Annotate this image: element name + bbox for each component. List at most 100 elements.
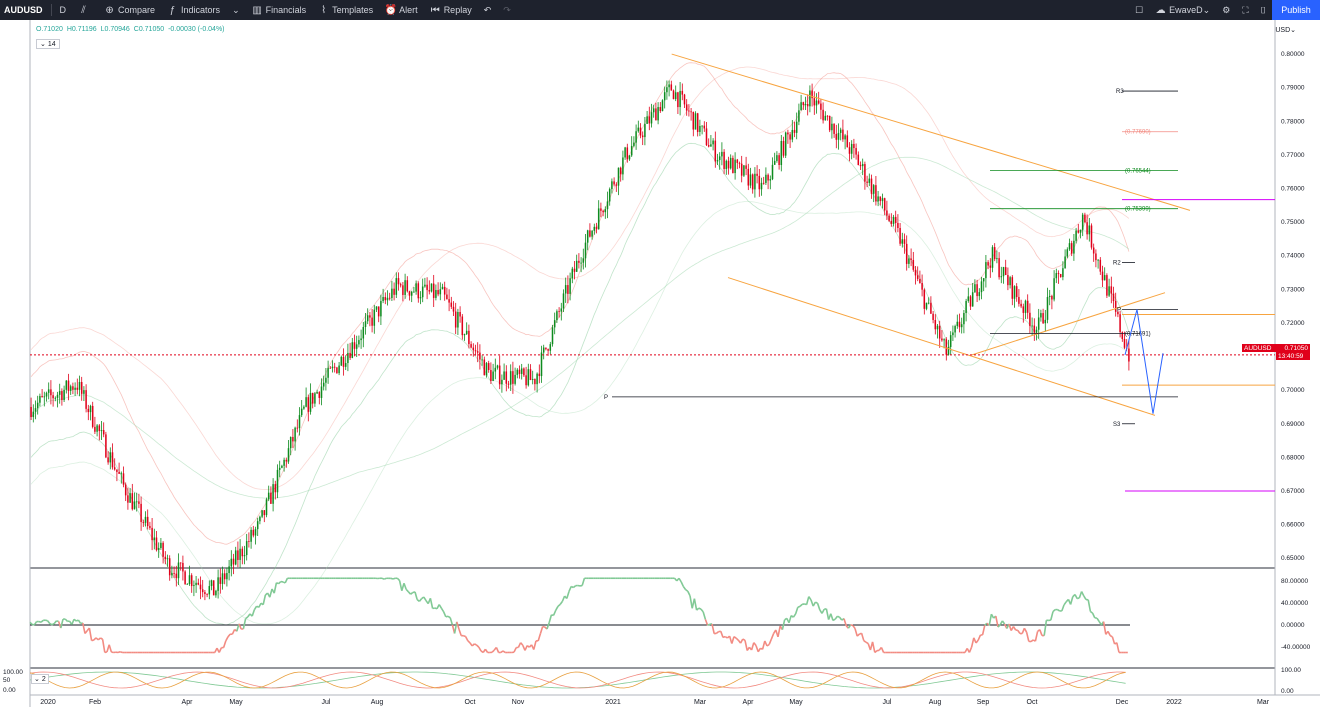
candle-body xyxy=(754,173,756,190)
oscillator-line xyxy=(71,618,75,625)
candle-body xyxy=(39,396,41,403)
candle-body xyxy=(769,179,772,181)
oscillator-line xyxy=(447,615,451,619)
candle-body xyxy=(166,558,169,560)
candle-body xyxy=(846,135,849,148)
oscillator-line xyxy=(500,650,504,654)
candle-body xyxy=(435,290,437,298)
bollinger-bands xyxy=(30,62,1130,626)
candle-body xyxy=(34,408,37,412)
candle-body xyxy=(248,541,250,542)
oscillator-line xyxy=(988,614,993,626)
oscillator-line xyxy=(794,606,799,615)
candle-body xyxy=(100,430,103,432)
osc2-left-axis-label: 50 xyxy=(3,677,11,684)
candle-body xyxy=(116,469,118,472)
candle-body xyxy=(624,147,626,158)
candle-body xyxy=(237,550,239,560)
candle-body xyxy=(441,286,444,290)
candle-body xyxy=(457,312,459,328)
oscillator-line xyxy=(815,601,818,605)
oscillator-line xyxy=(559,600,564,605)
candle-body xyxy=(391,288,393,299)
oscillator-line xyxy=(799,603,803,607)
candle-body xyxy=(1075,230,1077,241)
candle-body xyxy=(727,160,730,169)
candle-body xyxy=(1095,253,1097,261)
candle-body xyxy=(50,389,52,396)
candle-body xyxy=(201,589,204,593)
candle-body xyxy=(325,377,327,383)
candle-body xyxy=(855,148,857,155)
candle-body xyxy=(239,548,241,560)
oscillator-line xyxy=(60,618,64,629)
oscillator-line xyxy=(702,611,707,620)
chart-canvas[interactable]: R3 (0.77690) (0.76544) (0.75399) R2 P (0.71691… xyxy=(0,0,1320,707)
candle-body xyxy=(195,582,197,586)
time-axis-label: 2022 xyxy=(1166,699,1182,706)
oscillator-line xyxy=(685,588,689,592)
oscillator-line xyxy=(519,642,524,646)
candle-body xyxy=(870,178,873,194)
candle-body xyxy=(1103,275,1106,281)
oscillator-line xyxy=(808,596,812,601)
oscillator-line xyxy=(1074,594,1078,599)
candle-body xyxy=(571,268,574,279)
candle-body xyxy=(560,308,563,312)
candle-body xyxy=(256,521,259,530)
candle-body xyxy=(454,311,457,328)
oscillator-line xyxy=(968,646,973,653)
oscillator-line xyxy=(566,591,570,599)
oscillator-line xyxy=(40,619,44,623)
candle-body xyxy=(835,133,838,140)
indicator2-collapse-button[interactable]: ⌄ 2 xyxy=(31,674,49,684)
candle-body xyxy=(468,330,470,345)
candle-body xyxy=(657,107,659,121)
candle-body xyxy=(523,368,525,376)
candle-body xyxy=(204,592,206,595)
candle-body xyxy=(941,338,943,341)
candle-body xyxy=(199,584,202,590)
currency-button[interactable]: USD⌄ xyxy=(1275,26,1296,34)
oscillator-line xyxy=(865,641,869,645)
candle-body xyxy=(630,145,633,156)
time-axis-label: Dec xyxy=(1116,699,1129,706)
candle-body xyxy=(567,285,569,294)
oscillator-line xyxy=(700,608,704,613)
oscillator-line xyxy=(1083,595,1087,600)
oscillator-line xyxy=(555,605,559,611)
candle-body xyxy=(153,537,156,541)
candle-body xyxy=(184,571,186,585)
candle-body xyxy=(668,84,670,88)
oscillator-line xyxy=(687,590,691,597)
legend-collapse-button[interactable]: ⌄ 14 xyxy=(36,39,60,49)
candle-body xyxy=(641,135,644,138)
channel-upper-line xyxy=(671,53,1191,211)
candle-body xyxy=(294,427,296,442)
oscillator-line xyxy=(491,649,495,653)
candle-body xyxy=(182,562,184,572)
oscillator-line xyxy=(242,618,247,630)
candle-body xyxy=(155,537,158,551)
candle-body xyxy=(1064,256,1066,269)
candle-body xyxy=(1026,300,1029,313)
oscillator-line xyxy=(731,636,735,644)
candle-body xyxy=(87,408,90,413)
candle-body xyxy=(331,366,334,369)
candle-body xyxy=(831,123,833,131)
candle-body xyxy=(800,102,802,111)
candle-body xyxy=(828,115,831,131)
oscillator-line xyxy=(781,619,786,630)
candle-body xyxy=(674,92,677,100)
candle-body xyxy=(142,521,145,523)
candle-body xyxy=(756,173,758,176)
candle-body xyxy=(969,296,972,307)
candle-body xyxy=(171,573,173,576)
candle-body xyxy=(958,321,961,328)
oscillator-line xyxy=(1091,612,1096,619)
time-axis-label: May xyxy=(789,699,803,706)
level-label: (0.76544) xyxy=(1125,168,1151,174)
candle-body xyxy=(1123,338,1126,348)
candle-body xyxy=(615,184,618,186)
candle-body xyxy=(353,342,356,349)
